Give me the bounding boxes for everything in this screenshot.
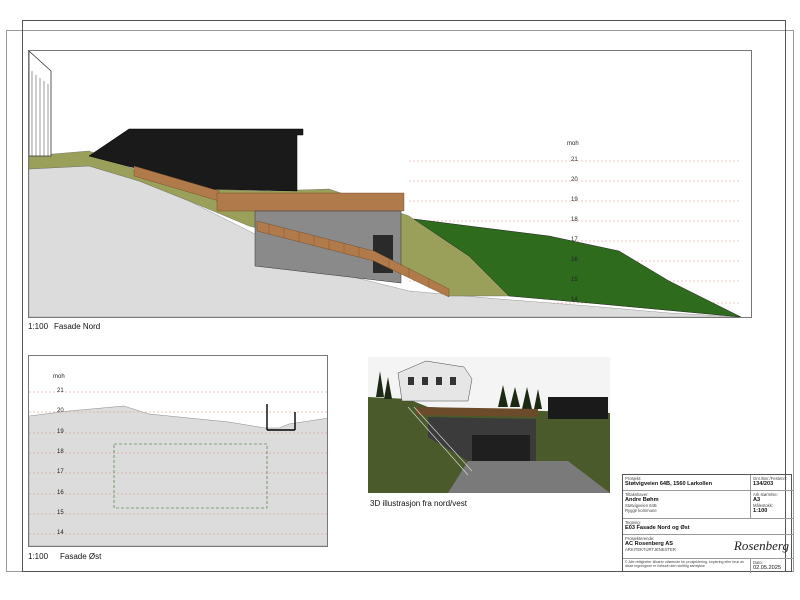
east-tick-19: 19 (57, 429, 64, 435)
facade-east-frame: moh 21 20 19 18 17 16 15 14 (28, 355, 328, 547)
east-title-label: Fasade Øst (60, 552, 102, 561)
north-title-label: Fasade Nord (54, 322, 101, 331)
neighbour-building (29, 51, 52, 157)
north-tick-17: 17 (571, 237, 578, 243)
north-scale-label: 1:100 (28, 322, 49, 331)
drawing-value: E03 Fasade Nord og Øst (625, 525, 690, 531)
east-scale-label: 1:100 (28, 552, 49, 561)
north-moh-label: moh (567, 141, 579, 147)
east-tick-18: 18 (57, 449, 64, 455)
north-tick-16: 16 (571, 257, 578, 263)
date-value: 02.05.2025 (753, 565, 781, 571)
east-tick-17: 17 (57, 469, 64, 475)
project-value: Støtvigveien 64B, 1560 Larkollen (625, 481, 713, 487)
rights-note: © Alle rettigheter tilhører utførende fo… (625, 560, 745, 568)
render-caption: 3D illustrasjon fra nord/vest (370, 499, 467, 508)
east-moh-label: moh (53, 374, 65, 380)
facade-north-drawing (29, 51, 742, 317)
scale-value: 1:100 (753, 508, 768, 514)
north-tick-21: 21 (571, 157, 578, 163)
east-ground-section (29, 405, 327, 546)
north-tick-20: 20 (571, 177, 578, 183)
east-tick-16: 16 (57, 490, 64, 496)
rosenberg-logo: Rosenberg (733, 538, 789, 553)
north-tick-15: 15 (571, 277, 578, 283)
gnr-value: 134/203 (753, 481, 774, 487)
north-tick-14: 14 (571, 297, 578, 303)
title-block: Prosjekt: Støtvigveien 64B, 1560 Larkoll… (622, 474, 793, 573)
client-municipality: Rygge kommune (625, 508, 657, 513)
render-garage-door (472, 435, 530, 461)
north-tick-18: 18 (571, 217, 578, 223)
render-3d-image (368, 357, 610, 493)
render-3d-illustration (368, 357, 610, 493)
facade-east-drawing (29, 391, 327, 546)
east-tick-21: 21 (57, 388, 64, 394)
render-dark-building (548, 397, 608, 419)
east-tick-15: 15 (57, 510, 64, 516)
east-tick-20: 20 (57, 408, 64, 414)
east-tick-14: 14 (57, 530, 64, 536)
north-tick-19: 19 (571, 197, 578, 203)
facade-north-frame: moh 21 20 19 18 17 16 15 14 (28, 50, 752, 318)
